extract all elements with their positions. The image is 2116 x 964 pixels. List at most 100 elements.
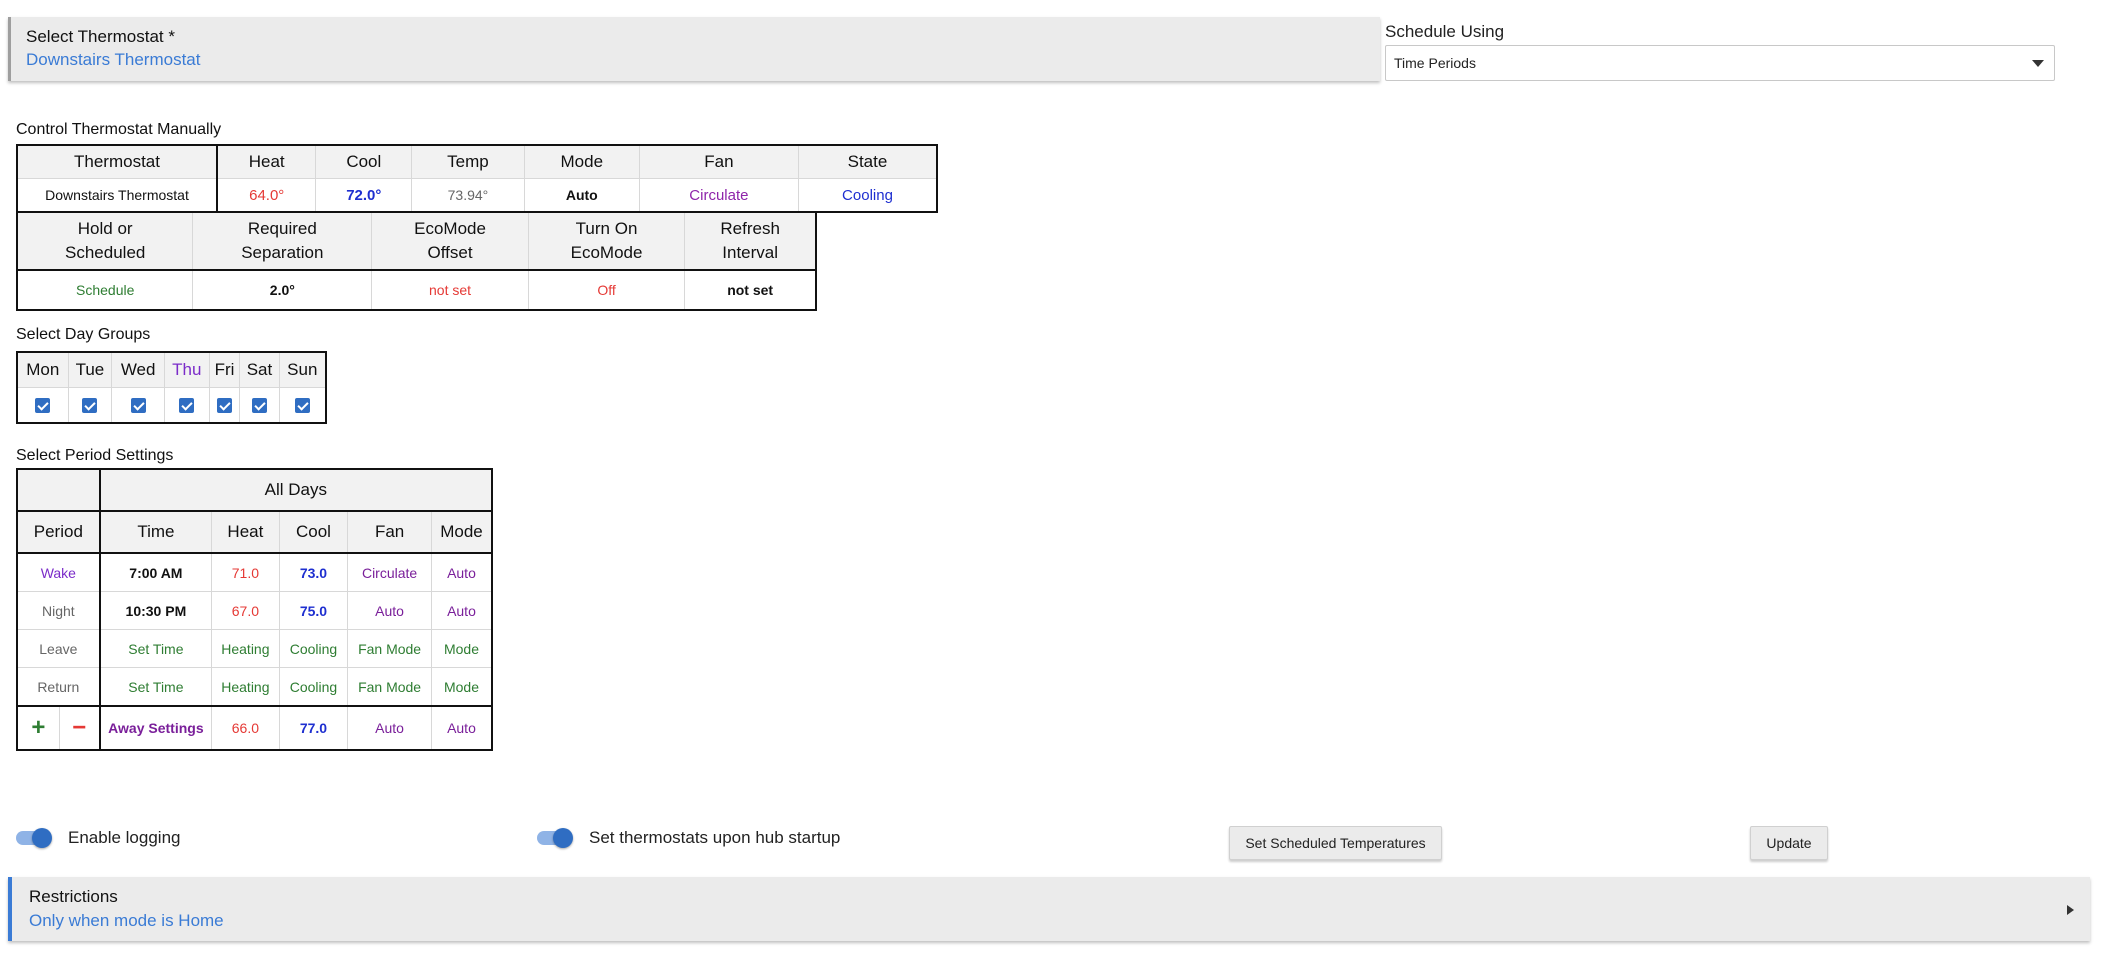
period-fan[interactable]: Auto xyxy=(347,591,432,630)
checkbox-thu[interactable] xyxy=(179,398,195,414)
hold-scheduled-value[interactable]: Schedule xyxy=(16,269,194,311)
col-period: Period xyxy=(16,510,101,554)
period-heat[interactable]: 71.0 xyxy=(211,552,280,592)
day-tue: Tue xyxy=(67,351,113,388)
period-name: Wake xyxy=(16,552,101,592)
state-value: Cooling xyxy=(797,178,938,213)
minus-icon: − xyxy=(72,714,87,741)
col-heat: Heat xyxy=(211,510,280,554)
hub-startup-toggle[interactable] xyxy=(537,828,573,848)
day-groups-title: Select Day Groups xyxy=(16,326,151,343)
period-row-wake: Wake 7:00 AM 71.0 73.0 Circulate Auto xyxy=(16,552,493,592)
period-time[interactable]: 10:30 PM xyxy=(99,591,213,630)
period-name: Leave xyxy=(16,629,101,668)
col-turn-on-ecomode: Turn On EcoMode xyxy=(527,211,686,271)
period-mode[interactable]: Auto xyxy=(430,552,493,592)
col-ecomode-offset: EcoMode Offset xyxy=(371,211,529,271)
period-fan[interactable]: Fan Mode xyxy=(347,667,432,707)
period-mode[interactable]: Mode xyxy=(430,629,493,668)
period-fan[interactable]: Circulate xyxy=(347,552,432,592)
cool-setpoint[interactable]: 72.0° xyxy=(315,178,413,213)
col-cool: Cool xyxy=(278,510,349,554)
day-groups-table: Mon Tue Wed Thu Fri Sat Sun xyxy=(16,351,327,424)
period-heat[interactable]: Heating xyxy=(211,629,280,668)
checkbox-sat[interactable] xyxy=(251,398,267,414)
ecomode-toggle-value[interactable]: Off xyxy=(527,269,686,311)
period-cool[interactable]: 75.0 xyxy=(278,591,349,630)
period-settings-title: Select Period Settings xyxy=(16,447,174,464)
col-time: Time xyxy=(99,510,213,554)
period-time[interactable]: Set Time xyxy=(99,667,213,707)
col-refresh-interval: Refresh Interval xyxy=(684,211,817,271)
period-time[interactable]: Set Time xyxy=(99,629,213,668)
enable-logging-label: Enable logging xyxy=(68,828,181,847)
day-sat: Sat xyxy=(239,351,280,388)
period-fan[interactable]: Fan Mode xyxy=(347,629,432,668)
ecomode-offset-value[interactable]: not set xyxy=(371,269,529,311)
period-row-leave: Leave Set Time Heating Cooling Fan Mode … xyxy=(16,629,493,668)
away-mode[interactable]: Auto xyxy=(430,705,493,751)
period-time[interactable]: 7:00 AM xyxy=(99,552,213,592)
day-thu: Thu xyxy=(163,351,210,388)
day-mon: Mon xyxy=(16,351,69,388)
select-thermostat-label: Select Thermostat * xyxy=(26,27,175,46)
remove-period-button[interactable]: − xyxy=(58,705,101,751)
mode-value[interactable]: Auto xyxy=(523,178,640,213)
col-temp: Temp xyxy=(411,144,525,179)
away-fan[interactable]: Auto xyxy=(347,705,432,751)
day-sun: Sun xyxy=(278,351,327,388)
select-thermostat-value: Downstairs Thermostat xyxy=(26,50,201,69)
enable-logging-toggle[interactable] xyxy=(16,828,52,848)
schedule-using-value: Time Periods xyxy=(1394,55,1476,71)
period-cool[interactable]: Cooling xyxy=(278,629,349,668)
current-temp: 73.94° xyxy=(411,178,525,213)
period-cool[interactable]: 73.0 xyxy=(278,552,349,592)
checkbox-mon[interactable] xyxy=(35,398,51,414)
update-button[interactable]: Update xyxy=(1750,826,1828,860)
period-settings-table: All Days Period Time Heat Cool Fan Mode … xyxy=(16,468,493,751)
col-thermostat: Thermostat xyxy=(16,144,218,179)
checkbox-wed[interactable] xyxy=(130,398,146,414)
expand-arrow-icon xyxy=(2067,905,2074,915)
fan-value[interactable]: Circulate xyxy=(638,178,799,213)
set-scheduled-temperatures-button[interactable]: Set Scheduled Temperatures xyxy=(1229,826,1442,860)
checkbox-sun[interactable] xyxy=(294,398,310,414)
period-mode[interactable]: Mode xyxy=(430,667,493,707)
away-settings-label: Away Settings xyxy=(99,705,213,751)
period-name: Return xyxy=(16,667,101,707)
separation-value[interactable]: 2.0° xyxy=(192,269,373,311)
toggle-knob xyxy=(553,828,573,848)
day-wed: Wed xyxy=(111,351,165,388)
schedule-using-select[interactable]: Time Periods xyxy=(1385,45,2055,81)
away-heat[interactable]: 66.0 xyxy=(211,705,280,751)
period-row-away: + − Away Settings 66.0 77.0 Auto Auto xyxy=(16,705,493,751)
manual-settings-table: Hold or Scheduled Required Separation Ec… xyxy=(16,211,817,311)
col-heat: Heat xyxy=(216,144,317,179)
period-mode[interactable]: Auto xyxy=(430,591,493,630)
refresh-interval-value[interactable]: not set xyxy=(684,269,817,311)
col-hold-scheduled: Hold or Scheduled xyxy=(16,211,194,271)
col-fan: Fan xyxy=(347,510,432,554)
period-heat[interactable]: Heating xyxy=(211,667,280,707)
restrictions-label: Restrictions xyxy=(29,887,118,906)
period-name: Night xyxy=(16,591,101,630)
period-row-night: Night 10:30 PM 67.0 75.0 Auto Auto xyxy=(16,591,493,630)
col-fan: Fan xyxy=(638,144,799,179)
add-period-button[interactable]: + xyxy=(16,705,60,751)
checkbox-fri[interactable] xyxy=(217,398,233,414)
period-cool[interactable]: Cooling xyxy=(278,667,349,707)
restrictions-section[interactable]: Restrictions Only when mode is Home xyxy=(8,877,2090,941)
checkbox-tue[interactable] xyxy=(82,398,98,414)
heat-setpoint[interactable]: 64.0° xyxy=(216,178,317,213)
all-days-header: All Days xyxy=(99,468,493,512)
hub-startup-label: Set thermostats upon hub startup xyxy=(589,828,841,847)
restrictions-value: Only when mode is Home xyxy=(29,911,224,930)
thermostat-name: Downstairs Thermostat xyxy=(16,178,218,213)
plus-icon: + xyxy=(31,714,46,741)
col-mode: Mode xyxy=(430,510,493,554)
away-cool[interactable]: 77.0 xyxy=(278,705,349,751)
day-fri: Fri xyxy=(208,351,241,388)
period-heat[interactable]: 67.0 xyxy=(211,591,280,630)
period-row-return: Return Set Time Heating Cooling Fan Mode… xyxy=(16,667,493,707)
select-thermostat-field[interactable]: Select Thermostat * Downstairs Thermosta… xyxy=(8,17,1380,81)
